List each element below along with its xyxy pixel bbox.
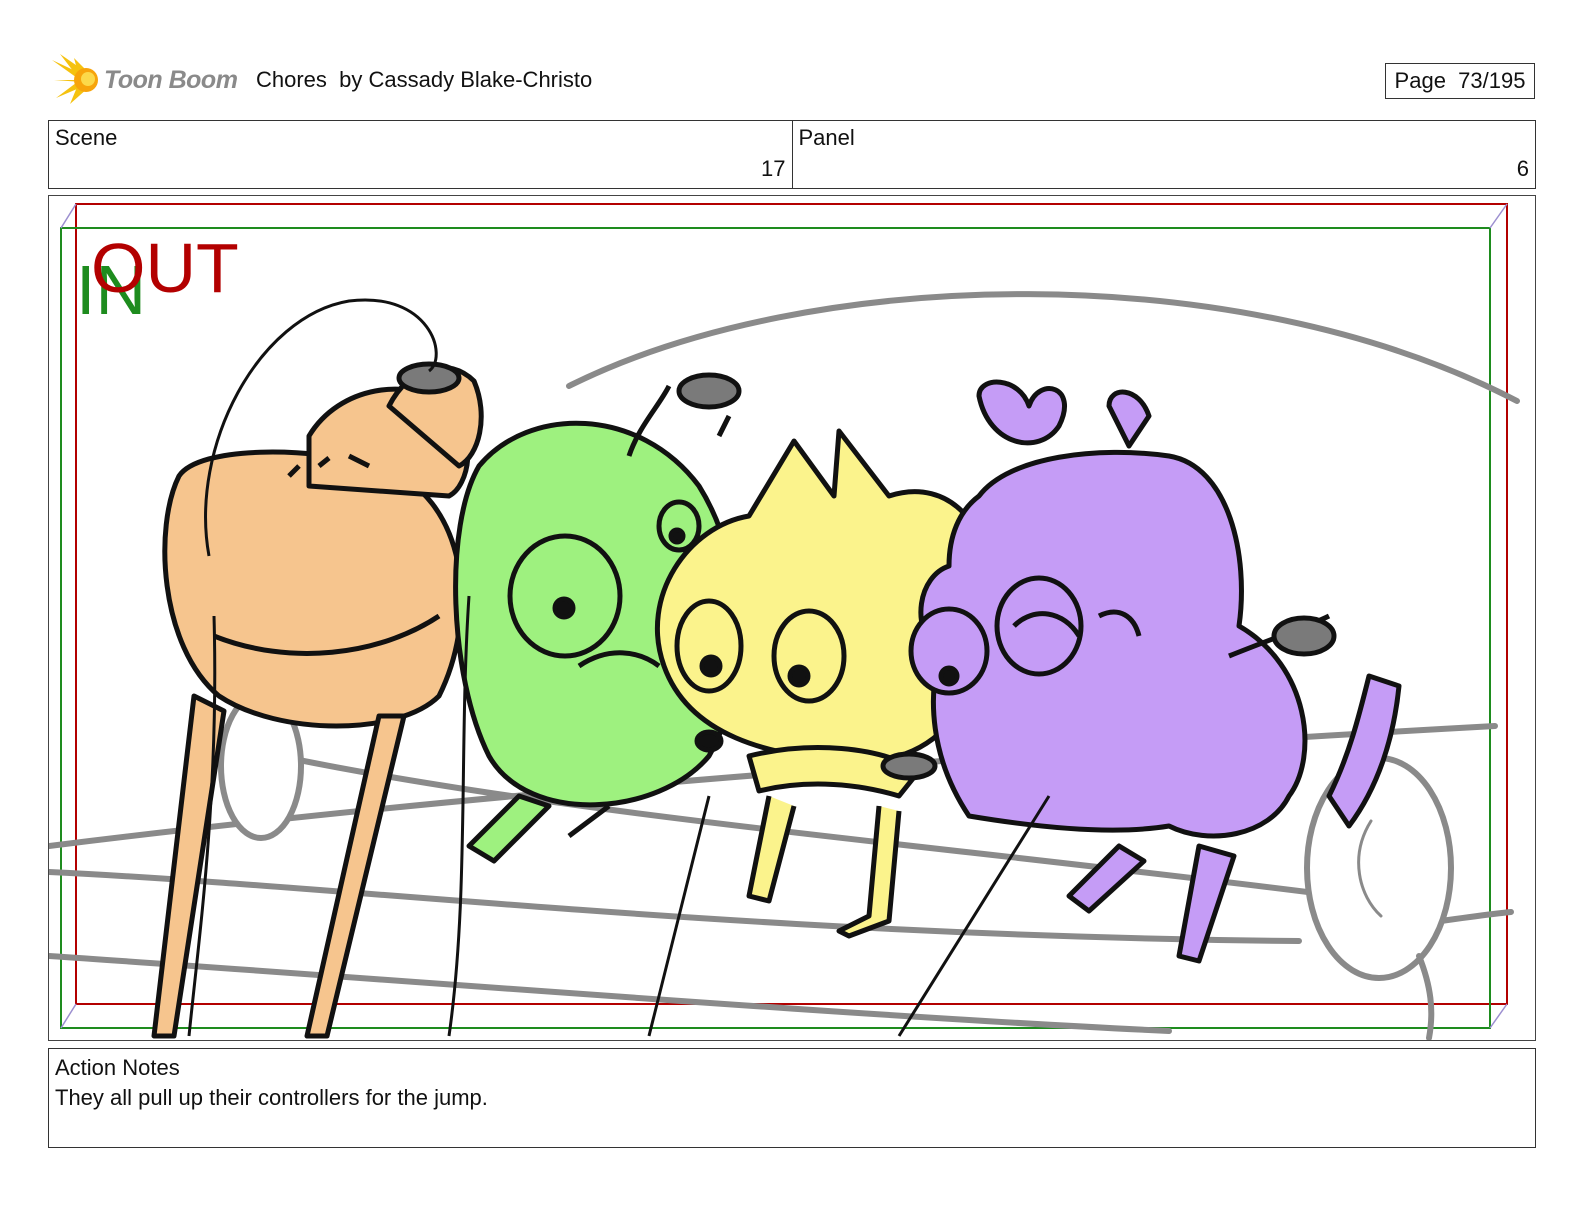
storyboard-frame: IN OUT — [48, 195, 1536, 1041]
action-notes-box: Action Notes They all pull up their cont… — [48, 1048, 1536, 1148]
document-title: Chores by Cassady Blake-Christo — [256, 67, 593, 92]
scene-panel-table: Scene 17 Panel 6 — [48, 120, 1536, 189]
scene-value: 17 — [761, 156, 786, 181]
page-number: Page 73/195 — [1385, 63, 1535, 99]
storyboard-drawing: IN OUT — [49, 203, 1520, 1040]
scene-label: Scene — [55, 125, 118, 150]
action-notes-label: Action Notes — [55, 1055, 180, 1080]
logo-text: Toon Boom — [104, 66, 238, 94]
panel-value: 6 — [1516, 156, 1529, 181]
orange-character — [151, 298, 484, 1039]
action-notes-text: They all pull up their controllers for t… — [55, 1085, 488, 1110]
panel-cell: Panel 6 — [791, 121, 1536, 188]
panel-label: Panel — [798, 125, 855, 150]
starburst-icon — [52, 54, 98, 104]
scene-cell: Scene 17 — [49, 121, 792, 188]
out-label: OUT — [91, 229, 239, 307]
